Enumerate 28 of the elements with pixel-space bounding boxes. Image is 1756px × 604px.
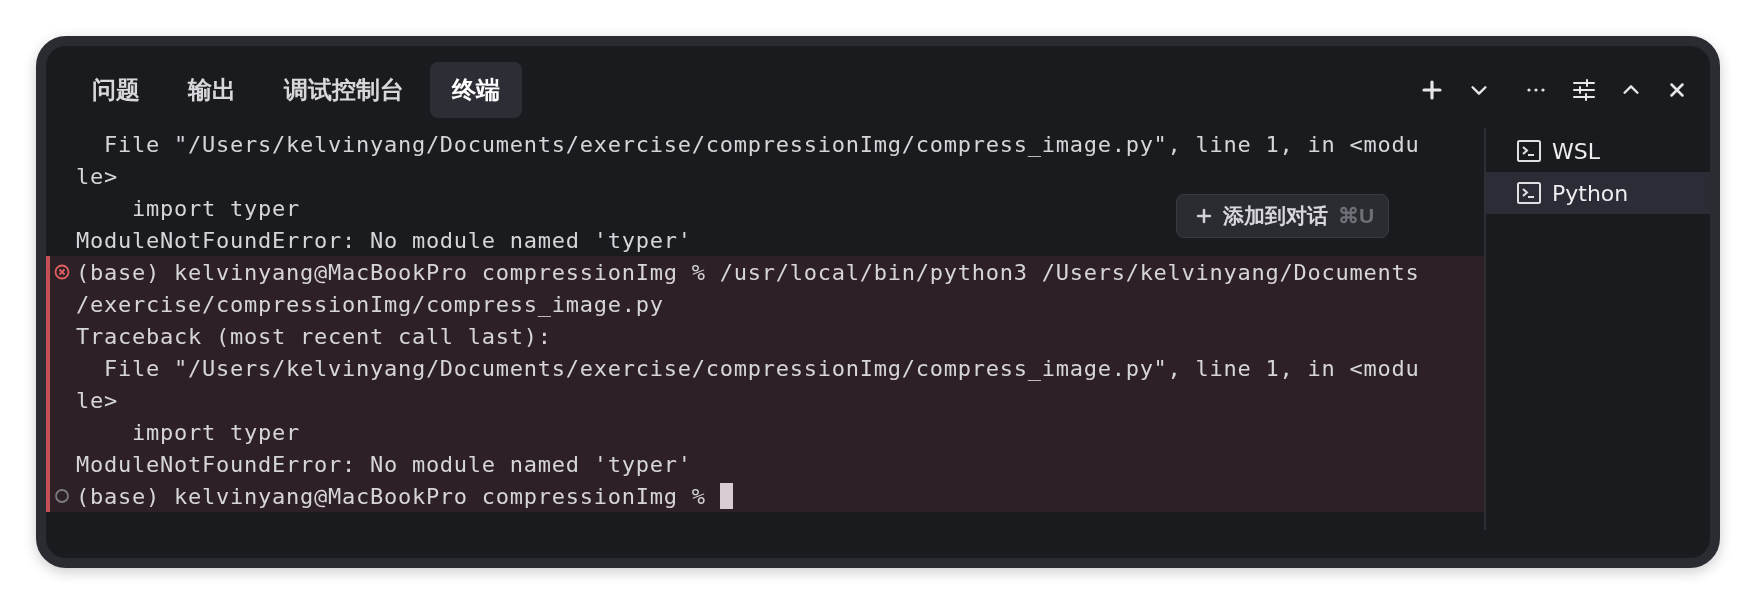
terminal-line: ModuleNotFoundError: No module named 'typer'	[76, 227, 692, 253]
terminal-icon	[1516, 180, 1542, 206]
error-icon[interactable]	[54, 264, 70, 280]
terminal-line: File "/Users/kelvinyang/Documents/exercise/compressionImg/compress_image.py", line 1, in <modu	[103, 355, 1420, 381]
terminal-line: le>	[76, 163, 118, 189]
terminal-line: import typer	[130, 195, 300, 221]
terminal-session[interactable]: Python	[1486, 172, 1710, 214]
terminal-line: (base) kelvinyang@MacBookPro compressionImg %	[76, 483, 707, 509]
plus-icon[interactable]	[1420, 78, 1444, 102]
shortcut-hint: ⌘U	[1338, 204, 1375, 228]
terminal-session[interactable]: WSL	[1486, 130, 1710, 172]
button-label: 添加到对话	[1223, 203, 1328, 229]
sliders-icon[interactable]	[1572, 78, 1596, 102]
panel-tab[interactable]: 问题	[70, 62, 162, 118]
panel-tab[interactable]: 输出	[166, 62, 258, 118]
circle-icon[interactable]	[54, 488, 70, 504]
terminal-line: le>	[76, 387, 118, 413]
terminal-line: File "/Users/kelvinyang/Documents/exercise/compressionImg/compress_image.py", line 1, in <modu	[103, 131, 1420, 157]
terminal-icon	[1516, 138, 1542, 164]
terminal-line: /exercise/compressionImg/compress_image.py	[76, 291, 664, 317]
terminal-line: ModuleNotFoundError: No module named 'typer'	[76, 451, 692, 477]
plus-icon	[1195, 207, 1213, 225]
terminal-line: import typer	[130, 419, 300, 445]
panel-tab[interactable]: 调试控制台	[262, 62, 426, 118]
panel-tab[interactable]: 终端	[430, 62, 522, 118]
add-to-chat-button[interactable]: 添加到对话 ⌘U	[1176, 194, 1390, 238]
terminal-line: Traceback (most recent call last):	[76, 323, 552, 349]
terminal-line: (base) kelvinyang@MacBookPro compressionImg % /usr/local/bin/python3 /Users/kelvinyang/Documents	[76, 259, 1420, 285]
